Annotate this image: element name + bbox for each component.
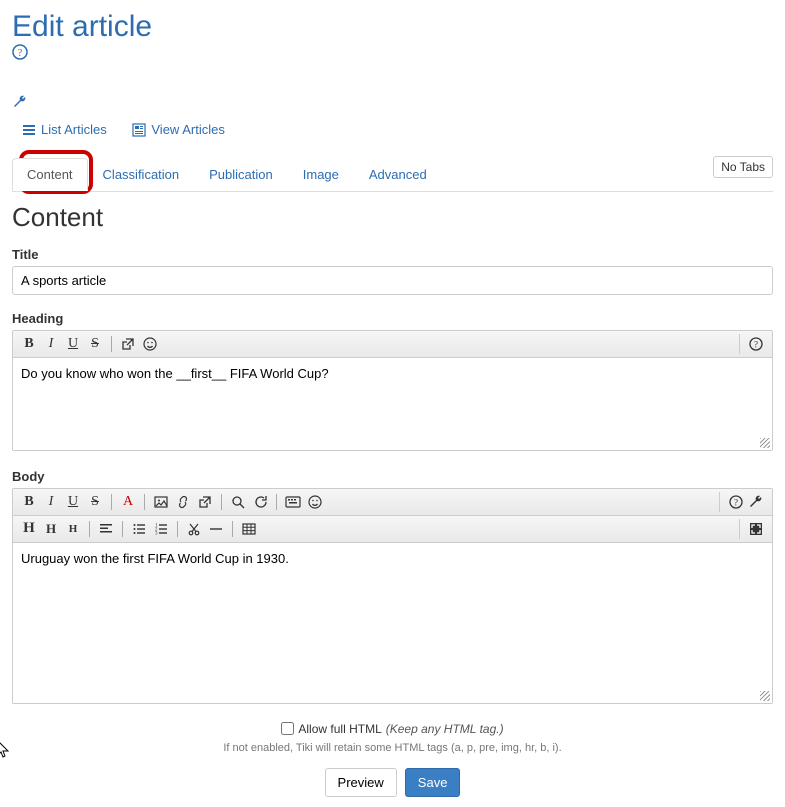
tab-publication[interactable]: Publication xyxy=(194,158,288,191)
align-icon[interactable] xyxy=(96,519,116,539)
svg-text:?: ? xyxy=(734,497,738,507)
separator xyxy=(232,521,233,537)
separator xyxy=(122,521,123,537)
heading-editor: B I U S ? xyxy=(12,330,773,451)
link-icon[interactable] xyxy=(173,492,193,512)
heading-label: Heading xyxy=(12,311,773,326)
bold-icon[interactable]: B xyxy=(19,334,39,354)
external-link-icon[interactable] xyxy=(118,334,138,354)
link-view-label: View Articles xyxy=(151,122,224,137)
tab-content[interactable]: Content xyxy=(12,158,88,191)
separator xyxy=(177,521,178,537)
heading-toolbar: B I U S ? xyxy=(13,331,772,358)
separator xyxy=(221,494,222,510)
help-icon[interactable]: ? xyxy=(12,44,773,60)
list-ul-icon[interactable] xyxy=(129,519,149,539)
underline-icon[interactable]: U xyxy=(63,334,83,354)
separator xyxy=(89,521,90,537)
table-icon[interactable] xyxy=(239,519,259,539)
svg-text:?: ? xyxy=(18,48,23,59)
italic-icon[interactable]: I xyxy=(41,334,61,354)
separator xyxy=(111,494,112,510)
save-button[interactable]: Save xyxy=(405,768,461,797)
body-label: Body xyxy=(12,469,773,484)
wrench-toolbar-icon[interactable] xyxy=(746,492,766,512)
hr-icon[interactable] xyxy=(206,519,226,539)
image-icon[interactable] xyxy=(151,492,171,512)
cut-icon[interactable] xyxy=(184,519,204,539)
link-list-articles[interactable]: List Articles xyxy=(22,122,107,137)
find-icon[interactable] xyxy=(228,492,248,512)
nav-links: List Articles View Articles xyxy=(12,122,773,140)
allow-html-checkbox[interactable] xyxy=(281,722,294,735)
resize-handle[interactable] xyxy=(760,691,770,701)
special-char-icon[interactable] xyxy=(283,492,303,512)
tab-advanced[interactable]: Advanced xyxy=(354,158,442,191)
external-link-icon[interactable] xyxy=(195,492,215,512)
body-toolbar-2: H H H 123 xyxy=(13,516,772,543)
preview-button[interactable]: Preview xyxy=(325,768,397,797)
list-icon xyxy=(22,123,36,137)
page-title-text: Edit article xyxy=(12,10,152,43)
fullscreen-icon[interactable] xyxy=(746,519,766,539)
h2-icon[interactable]: H xyxy=(41,519,61,539)
bold-icon[interactable]: B xyxy=(19,492,39,512)
separator xyxy=(111,336,112,352)
body-toolbar-1: B I U S A ? xyxy=(13,489,772,516)
resize-handle[interactable] xyxy=(760,438,770,448)
newspaper-icon xyxy=(132,123,146,137)
tab-image[interactable]: Image xyxy=(288,158,354,191)
heading-textarea[interactable] xyxy=(13,358,772,450)
allow-html-label: Allow full HTML xyxy=(298,722,381,736)
replace-icon[interactable] xyxy=(250,492,270,512)
underline-icon[interactable]: U xyxy=(63,492,83,512)
section-heading: Content xyxy=(12,202,773,233)
h3-icon[interactable]: H xyxy=(63,519,83,539)
footer-options: Allow full HTML (Keep any HTML tag.) If … xyxy=(12,722,773,798)
title-label: Title xyxy=(12,247,773,262)
strike-icon[interactable]: S xyxy=(85,334,105,354)
mouse-cursor xyxy=(0,740,11,760)
list-ol-icon[interactable]: 123 xyxy=(151,519,171,539)
tabs-row: Content Classification Publication Image… xyxy=(12,158,773,192)
html-hint: If not enabled, Tiki will retain some HT… xyxy=(12,742,773,754)
emoji-icon[interactable] xyxy=(140,334,160,354)
tab-classification[interactable]: Classification xyxy=(88,158,195,191)
link-list-label: List Articles xyxy=(41,122,107,137)
text-color-icon[interactable]: A xyxy=(118,492,138,512)
wrench-icon[interactable] xyxy=(12,94,773,110)
help-toolbar-icon[interactable]: ? xyxy=(726,492,746,512)
svg-text:3: 3 xyxy=(155,531,158,536)
no-tabs-button[interactable]: No Tabs xyxy=(713,156,773,178)
allow-html-hint: (Keep any HTML tag.) xyxy=(386,722,504,736)
strike-icon[interactable]: S xyxy=(85,492,105,512)
separator xyxy=(144,494,145,510)
title-input[interactable] xyxy=(12,266,773,295)
page-title: Edit article ? xyxy=(12,10,773,110)
h1-icon[interactable]: H xyxy=(19,519,39,539)
help-toolbar-icon[interactable]: ? xyxy=(746,334,766,354)
link-view-articles[interactable]: View Articles xyxy=(132,122,224,137)
separator xyxy=(276,494,277,510)
body-textarea[interactable] xyxy=(13,543,772,703)
svg-text:?: ? xyxy=(754,339,758,349)
body-editor: B I U S A ? xyxy=(12,488,773,704)
italic-icon[interactable]: I xyxy=(41,492,61,512)
emoji-icon[interactable] xyxy=(305,492,325,512)
